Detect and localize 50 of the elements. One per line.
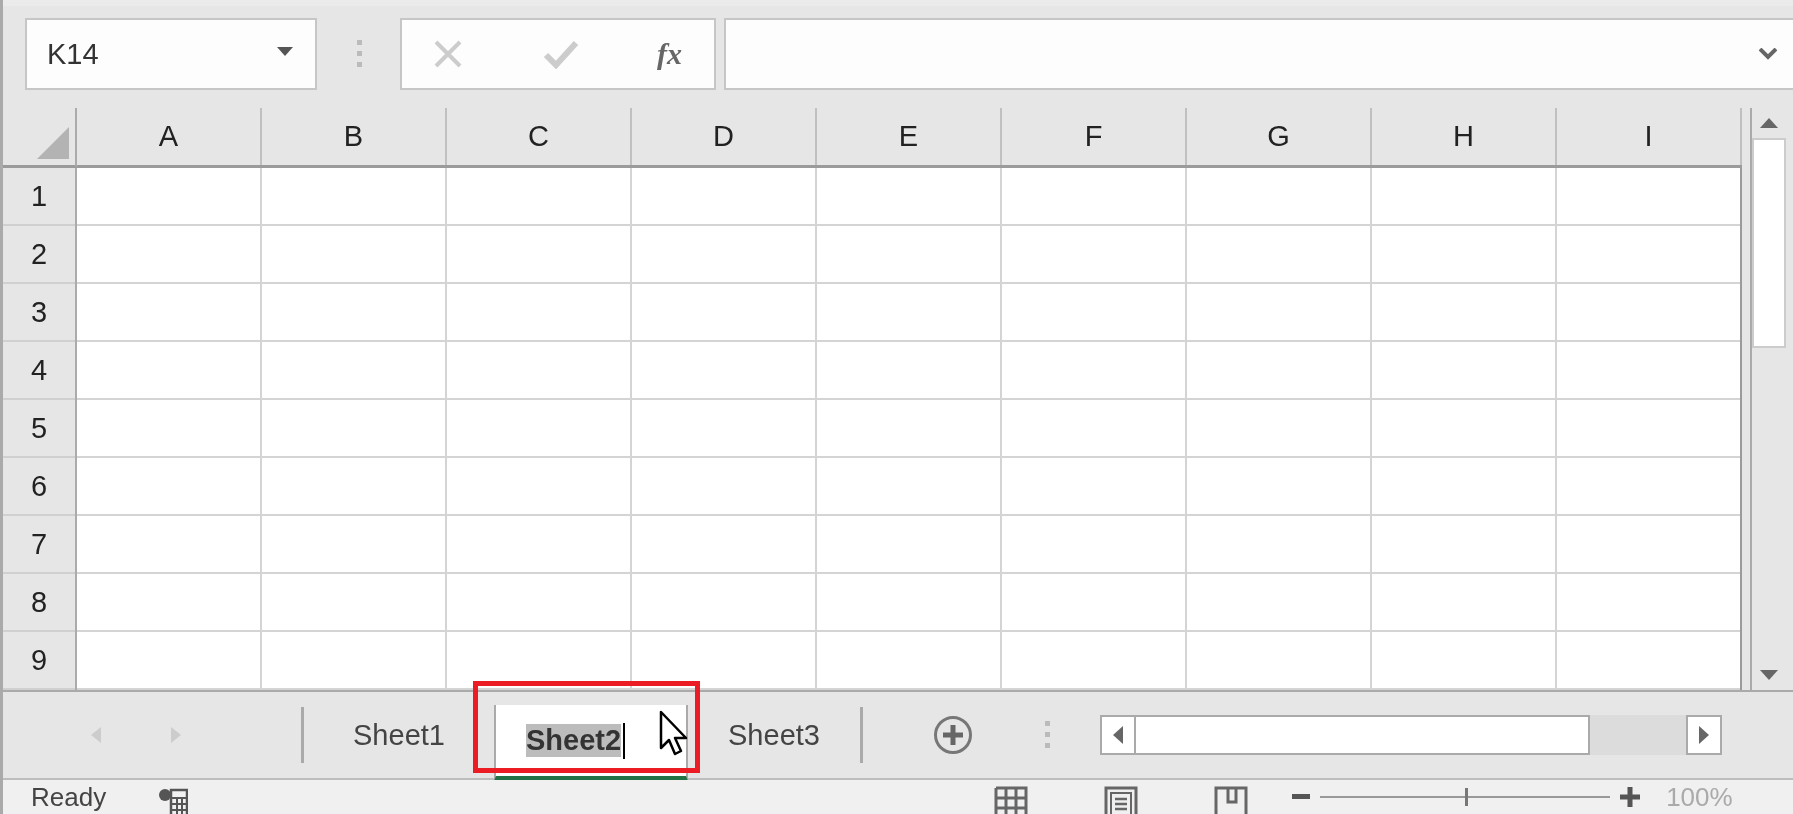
row-header[interactable]: 7: [3, 516, 75, 574]
column-header[interactable]: D: [632, 108, 817, 165]
row-header[interactable]: 2: [3, 226, 75, 284]
sheet-tab[interactable]: Sheet3: [688, 707, 860, 763]
row-header[interactable]: 5: [3, 400, 75, 458]
slider-thumb[interactable]: [1465, 788, 1469, 806]
row-header[interactable]: 1: [3, 168, 75, 226]
mouse-cursor-icon: [659, 710, 689, 756]
page-break-icon[interactable]: [1214, 786, 1249, 814]
scroll-right-button[interactable]: [1686, 715, 1722, 755]
name-box[interactable]: K14: [25, 18, 317, 90]
grip-icon: [357, 40, 362, 68]
add-sheet-icon[interactable]: [933, 715, 973, 755]
column-header[interactable]: A: [77, 108, 262, 165]
caret-icon: [277, 46, 293, 56]
row-header[interactable]: 8: [3, 574, 75, 632]
column-header[interactable]: I: [1557, 108, 1742, 165]
column-header[interactable]: E: [817, 108, 1002, 165]
row-header[interactable]: 4: [3, 342, 75, 400]
macro-record-icon[interactable]: [158, 788, 189, 814]
column-header[interactable]: C: [447, 108, 632, 165]
left-arrow-icon: [1113, 726, 1123, 744]
page-layout-icon[interactable]: [1104, 786, 1139, 814]
sheet-tab[interactable]: Sheet1: [304, 707, 494, 763]
scroll-thumb[interactable]: [1752, 138, 1786, 348]
grip-icon: [1045, 721, 1050, 749]
chevron-icon: [1759, 48, 1777, 60]
zoom-in-icon[interactable]: [1620, 787, 1641, 807]
column-header[interactable]: B: [262, 108, 447, 165]
status-text: Ready: [31, 781, 107, 813]
right-arrow-icon: [1699, 726, 1709, 744]
zoom-out-icon[interactable]: [1292, 794, 1311, 800]
scroll-left-button[interactable]: [1100, 715, 1136, 755]
insert-function-button[interactable]: fx: [657, 37, 682, 71]
up-arrow-icon[interactable]: [1760, 118, 1778, 128]
vertical-scrollbar[interactable]: [1750, 108, 1786, 690]
scroll-thumb[interactable]: [1136, 715, 1590, 755]
row-header[interactable]: 6: [3, 458, 75, 516]
column-header[interactable]: F: [1002, 108, 1187, 165]
column-header[interactable]: H: [1372, 108, 1557, 165]
row-header[interactable]: 3: [3, 284, 75, 342]
horizontal-scrollbar[interactable]: [1100, 715, 1722, 755]
row-header[interactable]: 9: [3, 632, 75, 690]
down-arrow-icon[interactable]: [1760, 670, 1778, 680]
select-all-button[interactable]: [3, 108, 77, 168]
normal-view-icon[interactable]: [994, 786, 1029, 814]
cell-grid[interactable]: [77, 168, 1742, 690]
column-header[interactable]: G: [1187, 108, 1372, 165]
sheet-tab[interactable]: Sheet2: [494, 705, 688, 781]
triangle-icon: [37, 127, 69, 159]
